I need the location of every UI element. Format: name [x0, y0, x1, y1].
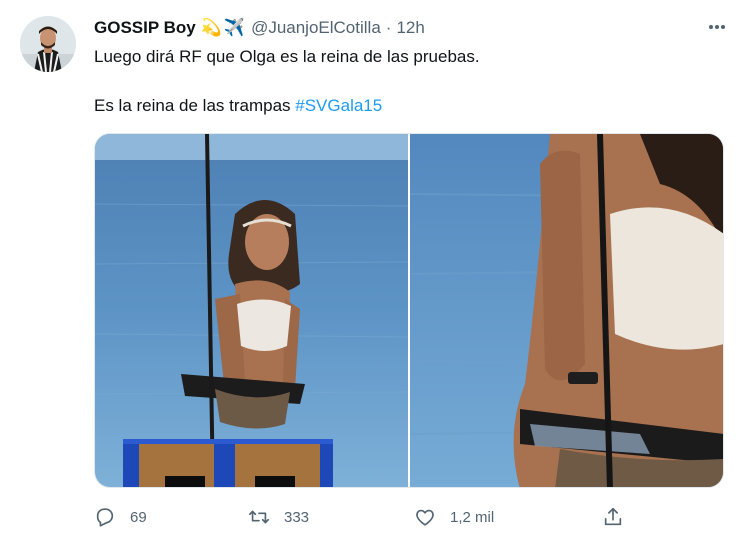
photo-woman-on-platform — [95, 134, 408, 487]
tweet-line-2: Es la reina de las trampas #SVGala15 — [94, 95, 724, 117]
dizzy-emoji: 💫 — [200, 18, 222, 37]
tweet-line-1: Luego dirá RF que Olga es la reina de la… — [94, 47, 480, 66]
photo-woman-closeup — [410, 134, 723, 487]
timestamp[interactable]: 12h — [396, 18, 424, 38]
more-icon — [709, 25, 725, 29]
reply-count: 69 — [130, 508, 147, 526]
airplane-emoji: ✈️ — [223, 18, 246, 37]
photo-2[interactable] — [410, 134, 723, 487]
tweet-line-2-text: Es la reina de las trampas — [94, 96, 296, 115]
retweet-icon — [249, 510, 269, 524]
author-name[interactable]: GOSSIP Boy — [94, 18, 196, 38]
share-button[interactable] — [602, 503, 638, 531]
retweet-count: 333 — [284, 508, 310, 526]
more-options-button[interactable] — [704, 14, 730, 40]
reply-icon — [96, 508, 114, 527]
retweet-button[interactable]: 333 — [248, 503, 309, 531]
hashtag-link[interactable]: #SVGala15 — [295, 96, 382, 115]
avatar-image — [20, 16, 76, 72]
media-grid — [94, 133, 724, 488]
avatar[interactable] — [20, 16, 76, 72]
like-button[interactable]: 1,2 mil — [414, 503, 494, 531]
photo-1[interactable] — [95, 134, 408, 487]
tweet-header: GOSSIP Boy 💫 ✈️ @JuanjoElCotilla · 12h — [94, 16, 686, 40]
reply-button[interactable]: 69 — [94, 503, 147, 531]
share-icon — [604, 507, 622, 526]
tweet-text: Luego dirá RF que Olga es la reina de la… — [94, 46, 724, 117]
like-count: 1,2 mil — [450, 508, 495, 526]
heart-icon — [416, 509, 434, 526]
author-handle[interactable]: @JuanjoElCotilla — [251, 18, 381, 38]
tweet-actions: 69 333 1,2 mil — [94, 503, 654, 531]
separator-dot: · — [385, 18, 392, 37]
